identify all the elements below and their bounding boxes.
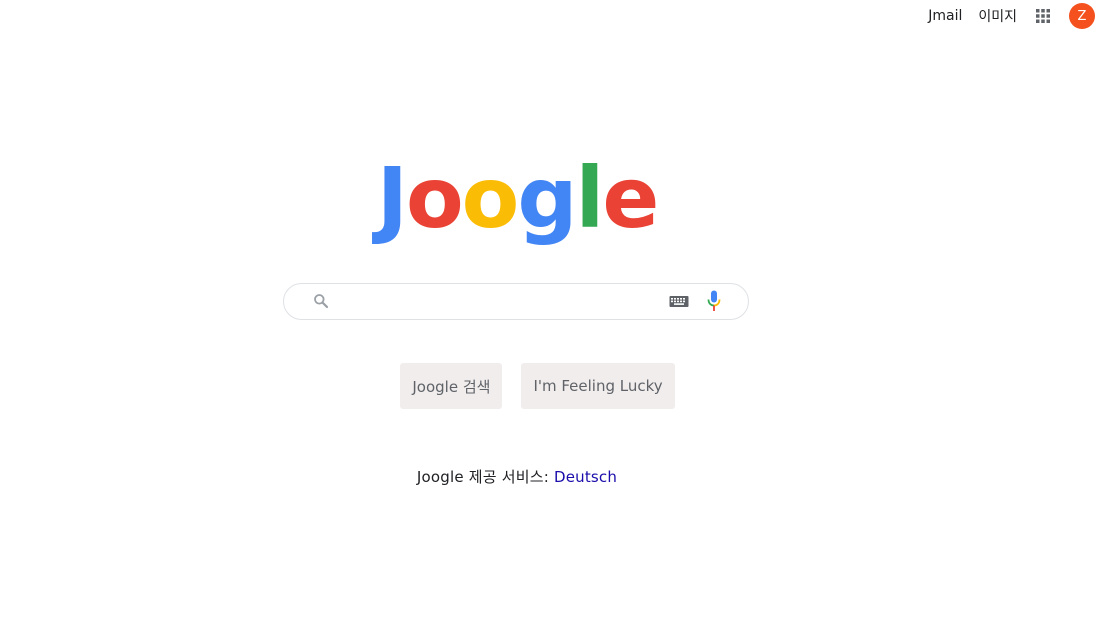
offered-in-label: Joogle 제공 서비스: xyxy=(416,468,554,486)
page: Jmail 이미지 Z Joogle Joogle 검색 I'm Feeling… xyxy=(0,0,1117,618)
logo-letter: o xyxy=(405,149,464,247)
search-box[interactable] xyxy=(283,283,749,320)
logo: Joogle xyxy=(0,143,1034,253)
offered-in: Joogle 제공 서비스: Deutsch xyxy=(0,466,1034,487)
logo-letter: o xyxy=(461,149,520,247)
logo-letter: J xyxy=(376,149,408,247)
keyboard-icon[interactable] xyxy=(669,294,689,308)
search-icon xyxy=(314,294,329,309)
images-link[interactable]: 이미지 xyxy=(978,6,1017,26)
search-input[interactable] xyxy=(340,290,664,316)
language-link-deutsch[interactable]: Deutsch xyxy=(554,468,617,486)
mail-link[interactable]: Jmail xyxy=(928,8,962,24)
avatar-initial: Z xyxy=(1077,8,1087,24)
top-bar: Jmail 이미지 Z xyxy=(912,0,1117,31)
logo-letter: l xyxy=(575,149,605,247)
apps-grid-icon[interactable] xyxy=(1031,4,1055,28)
search-button[interactable]: Joogle 검색 xyxy=(400,363,503,409)
logo-letter: g xyxy=(517,149,577,247)
button-row: Joogle 검색 I'm Feeling Lucky xyxy=(0,363,1075,409)
logo-letter: e xyxy=(602,149,659,247)
account-avatar[interactable]: Z xyxy=(1069,3,1095,29)
feeling-lucky-button[interactable]: I'm Feeling Lucky xyxy=(521,363,675,409)
microphone-icon[interactable] xyxy=(707,290,721,312)
